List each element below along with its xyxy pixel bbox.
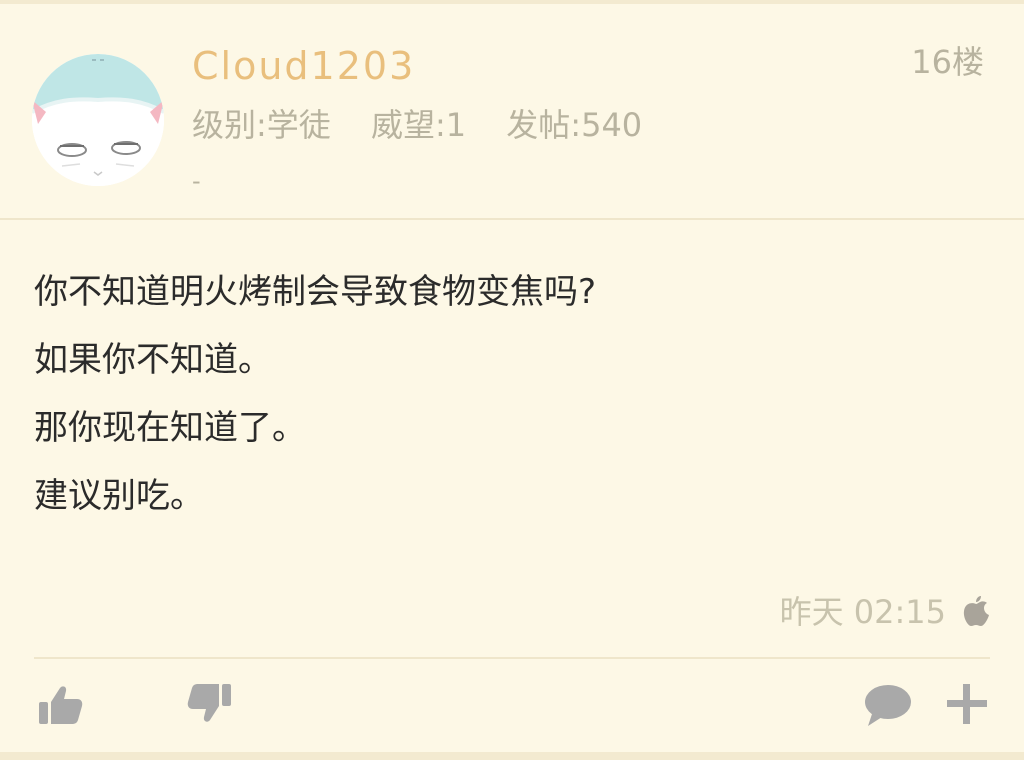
username[interactable]: Cloud1203 [192, 42, 415, 90]
header-divider [0, 218, 1024, 220]
user-meta: 级别:学徒 威望:1 发帖:540 [192, 102, 672, 148]
cat-avatar-image [32, 54, 164, 186]
comment-bubble-icon [862, 685, 914, 734]
comment-button[interactable] [862, 680, 918, 736]
content-line: 如果你不知道。 [34, 340, 272, 380]
content-line: 那你现在知道了。 [34, 408, 306, 448]
post-page: Cloud1203 16楼 级别:学徒 威望:1 发帖:540 - 你不知道明火… [0, 0, 1024, 760]
content-line: 建议别吃。 [34, 476, 204, 516]
post-content: 你不知道明火烤制会导致食物变焦吗? 如果你不知道。 那你现在知道了。 建议别吃。 [34, 258, 974, 530]
user-prestige: 威望:1 [370, 106, 467, 144]
dislike-button[interactable] [184, 680, 240, 736]
user-posts-count: 发帖:540 [506, 106, 643, 144]
more-button[interactable] [942, 680, 998, 736]
thumbs-down-icon [184, 684, 234, 734]
apple-icon [962, 593, 990, 627]
thumbs-up-icon [36, 686, 86, 734]
post-time: 昨天 02:15 [779, 593, 946, 631]
post-header: Cloud1203 16楼 级别:学徒 威望:1 发帖:540 - [0, 4, 1024, 218]
bottom-separator [0, 752, 1024, 760]
content-line: 你不知道明火烤制会导致食物变焦吗? [34, 272, 597, 312]
plus-icon [942, 684, 992, 734]
avatar[interactable] [32, 54, 164, 186]
user-level: 级别:学徒 [192, 106, 331, 144]
user-signature: - [192, 167, 201, 195]
floor-number: 16楼 [911, 43, 984, 81]
footer-divider [34, 657, 990, 659]
like-button[interactable] [36, 680, 92, 736]
